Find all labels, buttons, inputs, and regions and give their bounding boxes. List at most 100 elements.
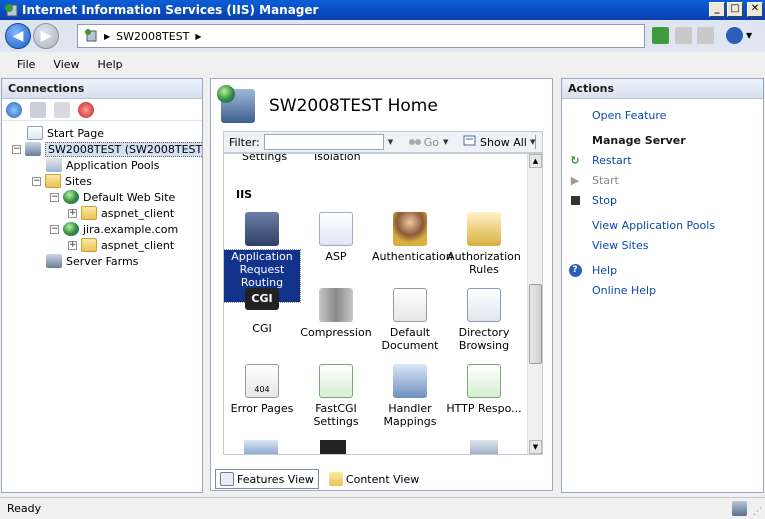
- feature-fastcgi-settings[interactable]: FastCGI Settings: [298, 364, 374, 428]
- asp-icon: [319, 212, 353, 246]
- start-page-icon: [27, 126, 43, 140]
- features-list: Settings Isolation IIS Application Reque…: [223, 153, 543, 455]
- feature-compression[interactable]: Compression: [298, 288, 374, 339]
- navigation-bar: ◀ ▶ ▶ SW2008TEST ▶ ▼: [0, 20, 765, 52]
- action-view-application-pools[interactable]: View Application Pools: [568, 217, 715, 233]
- breadcrumb-arrow-icon[interactable]: ▶: [104, 32, 110, 41]
- feature-icon-partial[interactable]: [470, 440, 498, 454]
- filter-input[interactable]: [263, 134, 384, 150]
- minimize-button[interactable]: _: [709, 2, 725, 17]
- forward-button[interactable]: ▶: [33, 23, 59, 49]
- feature-error-pages[interactable]: 404 Error Pages: [224, 364, 300, 415]
- action-start[interactable]: ▶ Start: [568, 172, 619, 188]
- tree-item-default-web-site[interactable]: − Default Web Site: [50, 189, 175, 205]
- feature-default-document[interactable]: Default Document: [372, 288, 448, 352]
- feature-authentication[interactable]: Authentication: [372, 212, 453, 263]
- features-scrollbar[interactable]: ▲ ▼: [527, 154, 542, 454]
- delete-connection-icon[interactable]: [78, 101, 94, 118]
- title-bar: Internet Information Services (IIS) Mana…: [0, 0, 765, 20]
- scroll-up-icon[interactable]: ▲: [529, 154, 542, 168]
- tree-item-start-page[interactable]: Start Page: [27, 125, 104, 141]
- tab-content-view[interactable]: Content View: [325, 469, 423, 489]
- cgi-icon: CGI: [245, 288, 279, 310]
- collapse-icon[interactable]: −: [12, 144, 21, 154]
- server-icon: [217, 85, 255, 123]
- maximize-button[interactable]: □: [727, 2, 743, 17]
- tree-item-server-farms[interactable]: Server Farms: [46, 253, 138, 269]
- tree-item-application-pools[interactable]: Application Pools: [46, 157, 159, 173]
- connections-title: Connections: [2, 79, 202, 99]
- address-bar[interactable]: ▶ SW2008TEST ▶: [77, 24, 645, 48]
- go-dropdown-icon[interactable]: ▼: [443, 134, 453, 150]
- action-restart[interactable]: ↻ Restart: [568, 152, 631, 168]
- http-response-icon: [467, 364, 501, 398]
- collapse-icon[interactable]: −: [32, 176, 41, 186]
- create-connection-icon[interactable]: [6, 101, 22, 118]
- feature-authorization-rules[interactable]: Authorization Rules: [446, 212, 522, 276]
- show-all-button[interactable]: Show All: [463, 135, 527, 150]
- save-connections-icon[interactable]: [30, 101, 46, 118]
- action-help[interactable]: ? Help: [568, 262, 617, 278]
- help-dropdown-icon[interactable]: ▼: [746, 27, 758, 44]
- tree-item-aspnet-client[interactable]: + aspnet_client: [68, 237, 174, 253]
- tree-item-server[interactable]: − SW2008TEST (SW2008TEST\Adr: [12, 141, 202, 157]
- action-open-feature[interactable]: Open Feature: [568, 107, 666, 123]
- feature-icon-partial[interactable]: [244, 440, 278, 454]
- filter-dropdown-icon[interactable]: ▼: [388, 134, 398, 150]
- breadcrumb-arrow-icon[interactable]: ▶: [195, 32, 201, 41]
- show-all-label: Show All: [480, 135, 527, 149]
- home-panel: SW2008TEST Home Filter: ▼ Go ▼ Show All …: [210, 78, 553, 491]
- action-view-sites[interactable]: View Sites: [568, 237, 648, 253]
- app-pool-icon: [46, 158, 62, 172]
- menu-bar: File View Help: [0, 52, 765, 76]
- action-online-help[interactable]: Online Help: [568, 282, 656, 298]
- view-tabs: Features View Content View: [215, 469, 423, 489]
- folder-icon: [81, 206, 97, 220]
- expand-icon[interactable]: +: [68, 208, 77, 218]
- expand-icon[interactable]: +: [68, 240, 77, 250]
- feature-http-response[interactable]: HTTP Respo...: [446, 364, 522, 415]
- feature-cgi[interactable]: CGI CGI: [224, 288, 300, 335]
- tree-item-aspnet-client[interactable]: + aspnet_client: [68, 205, 174, 221]
- refresh-icon[interactable]: [652, 27, 669, 44]
- connections-panel: Connections Start Page − SW2008TEST (SW2…: [1, 78, 203, 493]
- scroll-down-icon[interactable]: ▼: [529, 440, 542, 454]
- feature-handler-mappings[interactable]: Handler Mappings: [372, 364, 448, 428]
- feature-directory-browsing[interactable]: Directory Browsing: [446, 288, 522, 352]
- close-button[interactable]: ✕: [747, 2, 763, 17]
- tree-item-jira-site[interactable]: − jira.example.com: [50, 221, 178, 237]
- help-icon: ?: [568, 263, 582, 277]
- compression-icon: [319, 288, 353, 322]
- connections-toolbar: [2, 99, 202, 121]
- menu-help[interactable]: Help: [89, 58, 132, 71]
- resize-grip-icon[interactable]: ⋰: [753, 507, 762, 517]
- actions-title: Actions: [562, 79, 763, 99]
- scroll-thumb[interactable]: [529, 284, 542, 364]
- filter-label: Filter:: [229, 135, 260, 149]
- go-button[interactable]: Go: [408, 135, 439, 150]
- collapse-icon[interactable]: −: [50, 192, 59, 202]
- up-one-level-icon[interactable]: [54, 101, 70, 118]
- arr-cache-icon: [245, 212, 279, 246]
- home-icon[interactable]: [697, 27, 714, 44]
- server-icon: [25, 142, 41, 156]
- tab-features-view[interactable]: Features View: [215, 469, 319, 489]
- action-section-manage-server: Manage Server: [592, 133, 686, 147]
- feature-icon-partial[interactable]: [320, 440, 346, 454]
- window-title: Internet Information Services (IIS) Mana…: [22, 3, 319, 17]
- feature-asp[interactable]: ASP: [298, 212, 374, 263]
- stop-loading-icon[interactable]: [675, 27, 692, 44]
- toolbar-overflow-icon[interactable]: ▼: [530, 134, 540, 150]
- back-button[interactable]: ◀: [5, 23, 31, 49]
- menu-file[interactable]: File: [8, 58, 44, 71]
- menu-view[interactable]: View: [44, 58, 88, 71]
- breadcrumb-server[interactable]: SW2008TEST: [116, 30, 189, 43]
- status-bar: Ready ⋰: [0, 497, 765, 519]
- collapse-icon[interactable]: −: [50, 224, 59, 234]
- action-stop[interactable]: Stop: [568, 192, 617, 208]
- tree-item-sites[interactable]: − Sites: [32, 173, 92, 189]
- features-view-icon: [220, 472, 234, 486]
- help-icon[interactable]: [726, 27, 743, 44]
- show-all-icon: [463, 135, 477, 150]
- group-header-iis: IIS: [236, 188, 253, 201]
